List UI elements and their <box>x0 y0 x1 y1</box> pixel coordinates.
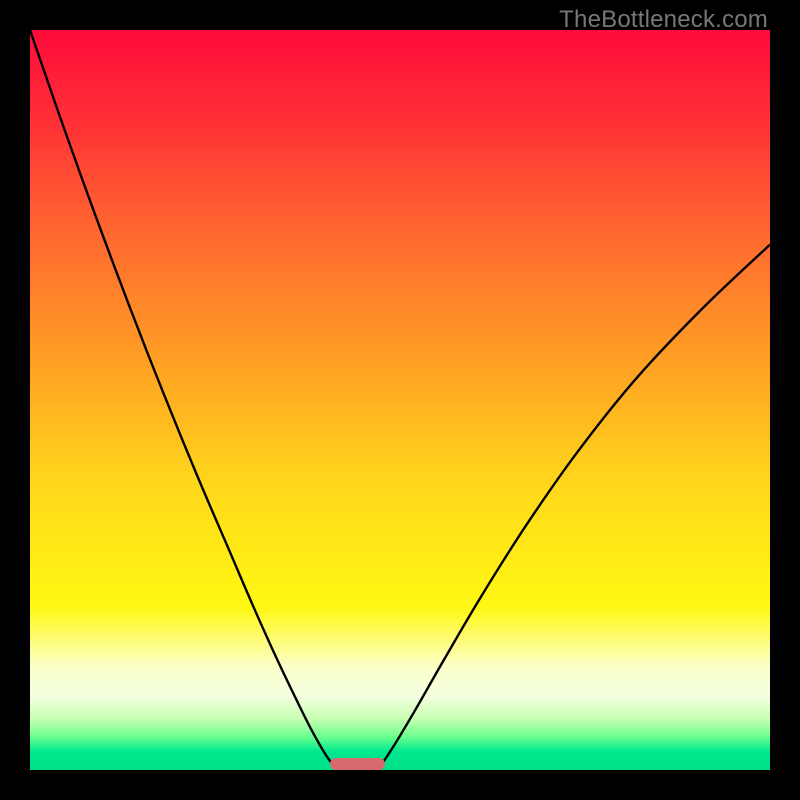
optimum-marker <box>330 758 386 770</box>
bottleneck-chart <box>30 30 770 770</box>
gradient-background <box>30 30 770 770</box>
plot-frame <box>30 30 770 770</box>
